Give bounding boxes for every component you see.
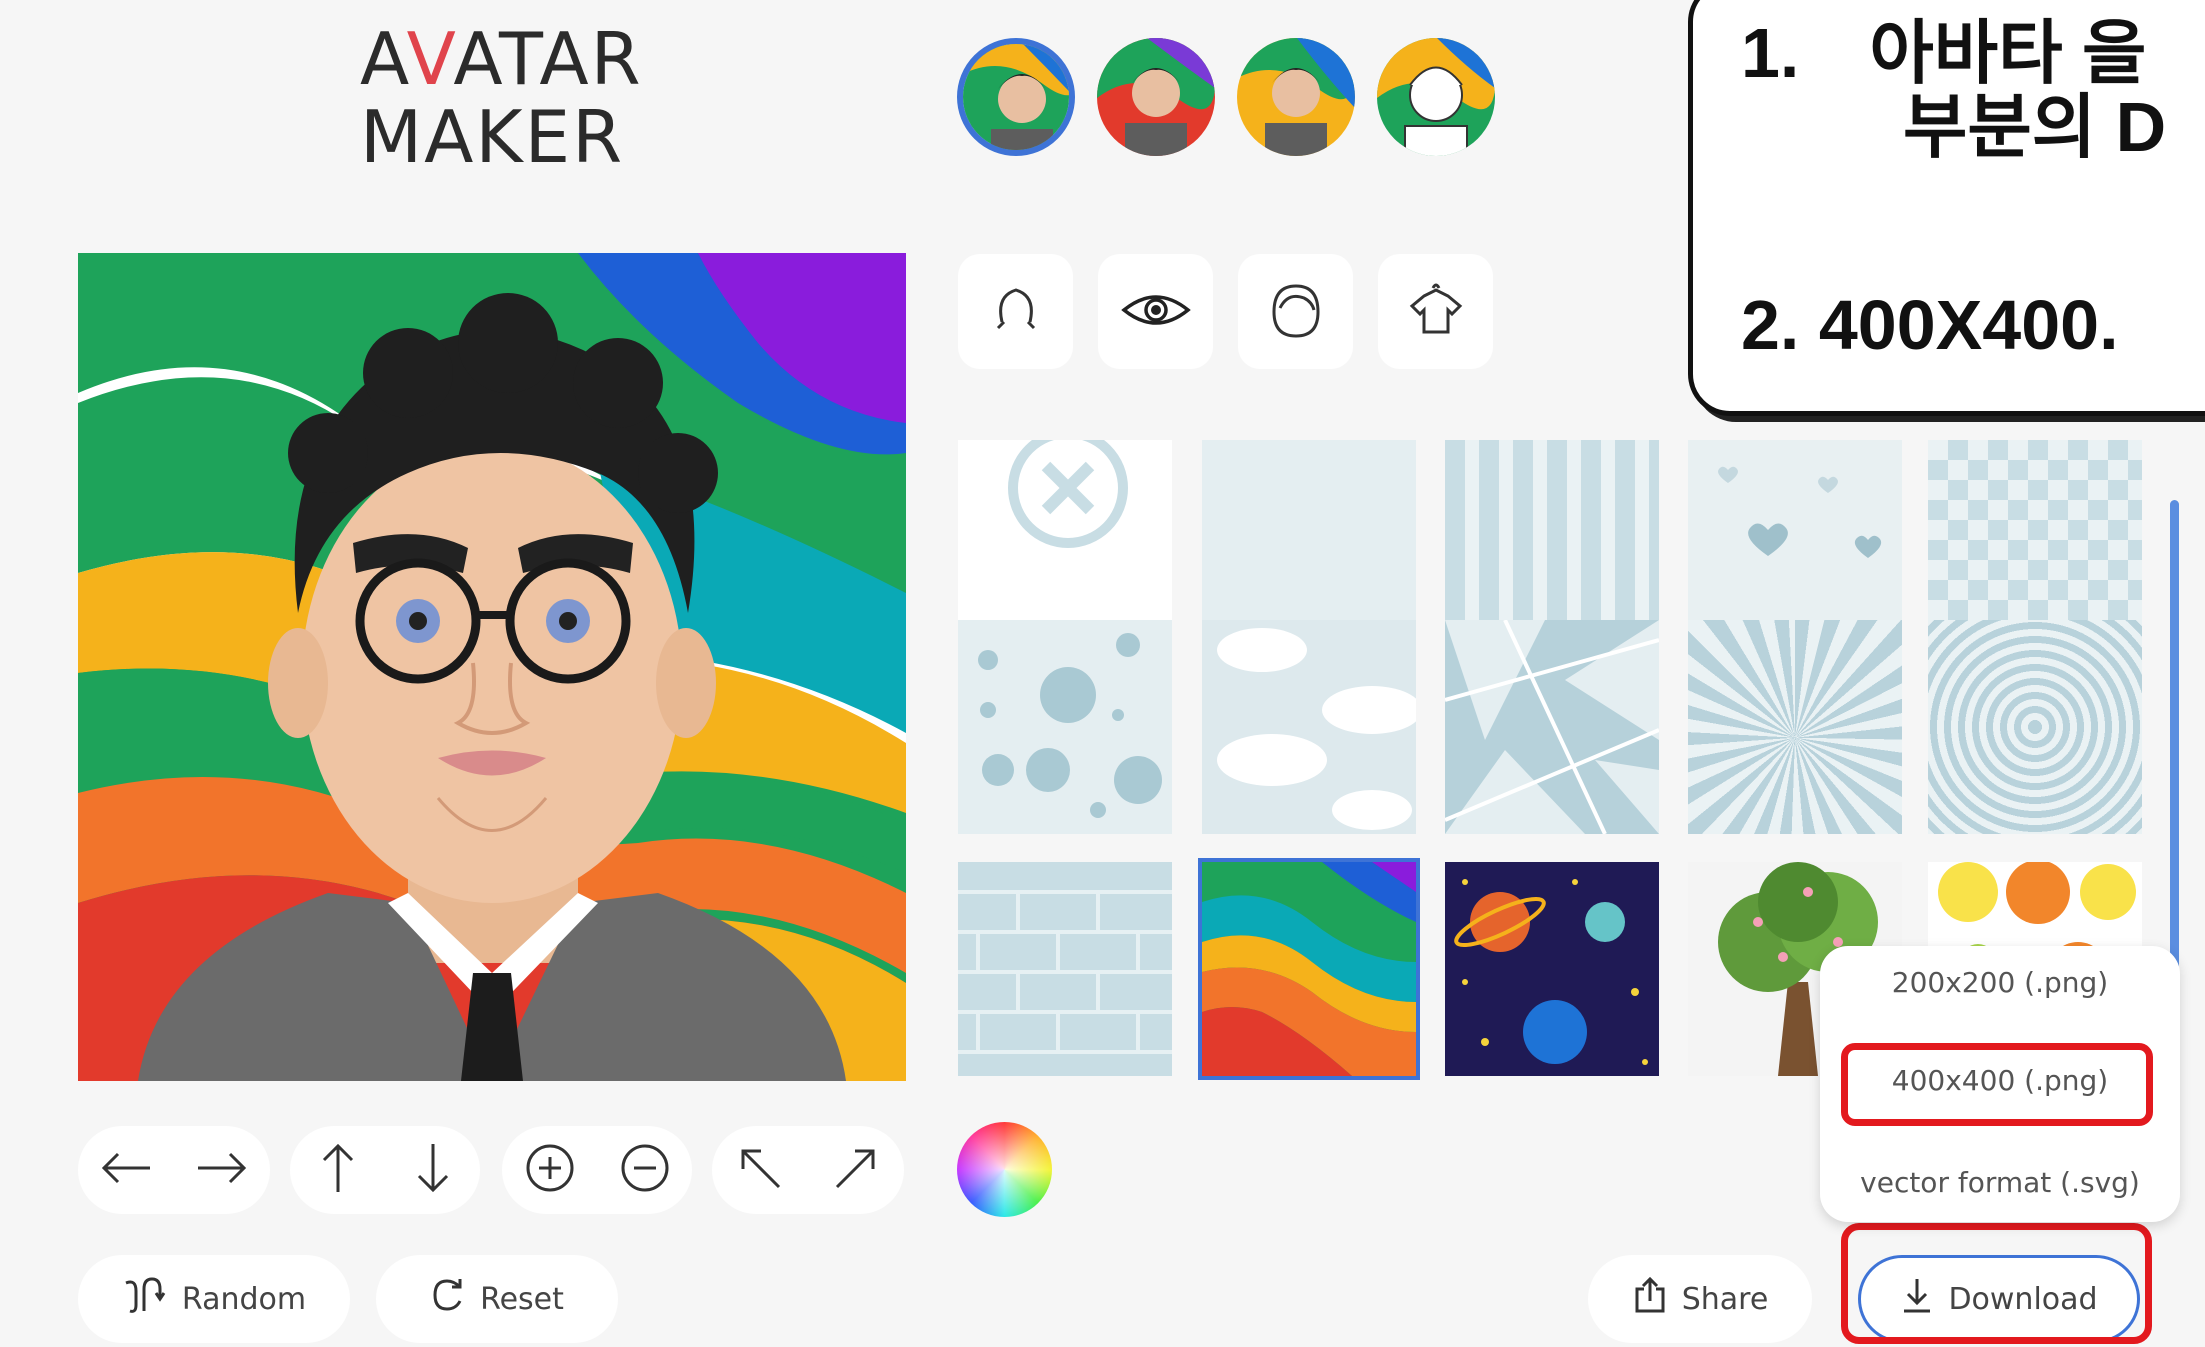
move-right-button[interactable] — [182, 1130, 262, 1210]
preset-avatar-sketch[interactable] — [1377, 38, 1495, 156]
option-highlight-box — [1841, 1043, 2153, 1126]
download-option-200[interactable]: 200x200 (.png) — [1820, 966, 2180, 999]
instruction-callout: 1. 아바타 을 부분의 D 2. 400X400. — [1688, 0, 2205, 416]
rotate-left-button[interactable] — [720, 1130, 800, 1210]
color-picker[interactable] — [957, 1122, 1052, 1217]
download-highlight-box — [1841, 1223, 2152, 1344]
bg-option-shards[interactable] — [1445, 620, 1659, 834]
rotate-right-button[interactable] — [816, 1130, 896, 1210]
arrow-right-icon — [196, 1151, 248, 1189]
callout-line-3: 2. 400X400. — [1741, 286, 2119, 364]
share-button[interactable]: Share — [1588, 1255, 1812, 1343]
arrow-up-icon — [321, 1142, 355, 1198]
bg-option-clouds[interactable] — [1202, 620, 1416, 834]
bg-option-space[interactable] — [1445, 862, 1659, 1076]
zoom-out-button[interactable] — [605, 1130, 685, 1210]
bg-option-bricks[interactable] — [958, 862, 1172, 1076]
zoom-group — [502, 1126, 692, 1214]
shuffle-icon — [122, 1275, 168, 1323]
tab-hair[interactable] — [1238, 254, 1353, 369]
arrow-down-icon — [416, 1142, 450, 1198]
hair-icon — [1268, 280, 1324, 344]
move-left-button[interactable] — [86, 1130, 166, 1210]
arrow-up-left-icon — [737, 1145, 783, 1195]
tab-clothes[interactable] — [1378, 254, 1493, 369]
bg-option-dots[interactable] — [958, 620, 1172, 834]
eye-icon — [1120, 288, 1192, 336]
move-down-button[interactable] — [393, 1130, 473, 1210]
preset-avatar-color-3[interactable] — [1237, 38, 1355, 156]
zoom-in-button[interactable] — [510, 1130, 590, 1210]
share-icon — [1632, 1275, 1668, 1323]
avatar-canvas — [78, 253, 906, 1081]
bg-option-circles[interactable] — [1928, 620, 2142, 834]
horizontal-move-group — [78, 1126, 270, 1214]
minus-circle-icon — [620, 1143, 670, 1197]
shirt-icon — [1406, 280, 1466, 344]
bg-option-rainbow-waves[interactable] — [1198, 858, 1420, 1080]
tab-face-shape[interactable] — [958, 254, 1073, 369]
share-label: Share — [1681, 1281, 1769, 1317]
random-label: Random — [181, 1281, 307, 1317]
face-shape-icon — [988, 282, 1044, 342]
reset-icon — [430, 1275, 466, 1323]
reset-button[interactable]: Reset — [376, 1255, 618, 1343]
preset-avatar-color[interactable] — [957, 38, 1075, 156]
callout-line-1: 1. 아바타 을 — [1741, 14, 2147, 92]
app-logo: AVATAR MAKER — [360, 17, 643, 179]
arrow-up-right-icon — [833, 1145, 879, 1195]
callout-line-2: 부분의 D — [1903, 88, 2167, 166]
preset-avatar-color-2[interactable] — [1097, 38, 1215, 156]
arrow-left-icon — [100, 1151, 152, 1189]
tab-eyes[interactable] — [1098, 254, 1213, 369]
reset-label: Reset — [480, 1281, 564, 1317]
move-up-button[interactable] — [298, 1130, 378, 1210]
plus-circle-icon — [525, 1143, 575, 1197]
rotate-group — [712, 1126, 904, 1214]
download-option-svg[interactable]: vector format (.svg) — [1820, 1166, 2180, 1199]
bg-option-rays[interactable] — [1688, 620, 1902, 834]
random-button[interactable]: Random — [78, 1255, 350, 1343]
vertical-move-group — [290, 1126, 480, 1214]
